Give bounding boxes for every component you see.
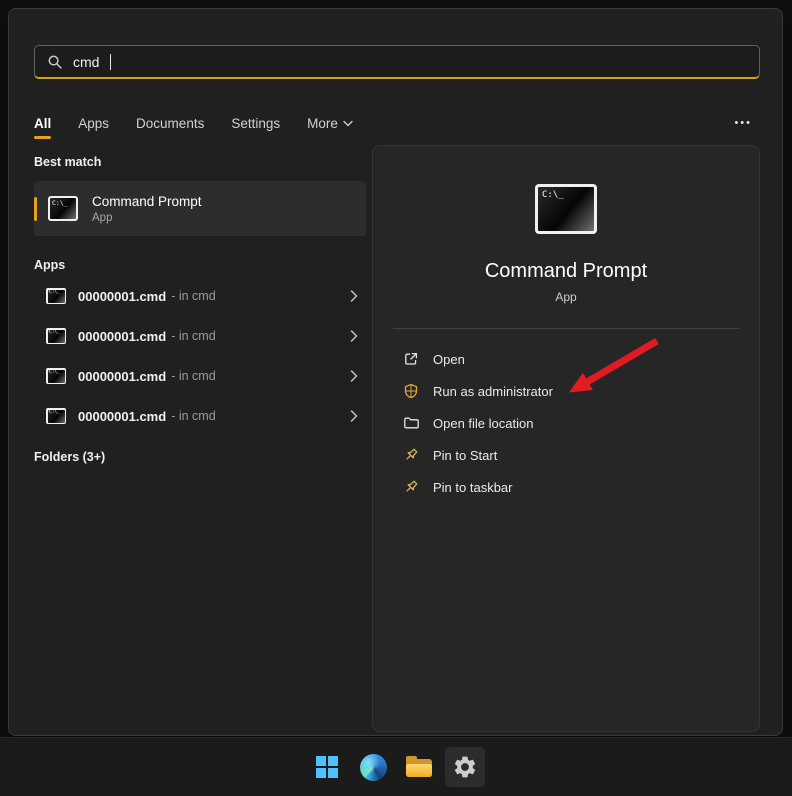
tab-all[interactable]: All [34, 115, 52, 139]
folder-icon [404, 417, 419, 429]
preview-app-type: App [555, 290, 577, 304]
action-open-label: Open [433, 351, 465, 367]
cmd-file-icon: C:\_ [46, 288, 66, 304]
result-context: - in cmd [171, 369, 216, 383]
action-open-file-location[interactable]: Open file location [403, 407, 759, 439]
search-result-item-4[interactable]: C:\_ 00000001.cmd - in cmd [34, 396, 366, 436]
action-pin-to-taskbar-label: Pin to taskbar [433, 479, 513, 495]
action-run-as-administrator[interactable]: Run as administrator [403, 375, 759, 407]
search-input[interactable]: cmd [34, 45, 760, 79]
taskbar-icons [307, 747, 485, 787]
edge-browser-button[interactable] [353, 747, 393, 787]
apps-header: Apps [34, 258, 66, 272]
result-context: - in cmd [171, 329, 216, 343]
open-icon [405, 352, 418, 365]
tab-apps[interactable]: Apps [78, 116, 109, 131]
action-pin-to-taskbar[interactable]: Pin to taskbar [403, 471, 759, 503]
cmd-file-icon: C:\_ [46, 328, 66, 344]
best-match-header: Best match [34, 155, 102, 169]
apps-result-list: C:\_ 00000001.cmd - in cmd C:\_ 00000001… [34, 276, 366, 436]
chevron-right-icon[interactable] [350, 410, 358, 422]
result-name: 00000001.cmd [78, 288, 167, 304]
text-caret [110, 53, 112, 70]
best-match-meta: Command Prompt App [92, 194, 202, 224]
tab-more[interactable]: More [307, 116, 353, 131]
gear-icon [454, 756, 476, 778]
search-result-item-2[interactable]: C:\_ 00000001.cmd - in cmd [34, 316, 366, 356]
tab-settings[interactable]: Settings [231, 116, 280, 131]
search-result-item-1[interactable]: C:\_ 00000001.cmd - in cmd [34, 276, 366, 316]
tab-all-label: All [34, 115, 52, 131]
action-pin-to-start[interactable]: Pin to Start [403, 439, 759, 471]
best-match-subtitle: App [92, 211, 113, 224]
chevron-right-icon[interactable] [350, 330, 358, 342]
start-button[interactable] [307, 747, 347, 787]
cmd-glyph: C:\_ [49, 410, 60, 415]
preview-pane: C:\_ Command Prompt App Open Run as admi… [372, 145, 760, 732]
cmd-file-icon: C:\_ [46, 408, 66, 424]
tab-apps-label: Apps [78, 115, 110, 131]
search-flyout: cmd All Apps Documents Settings More •••… [8, 8, 783, 736]
more-options-button[interactable]: ••• [730, 110, 756, 136]
best-match-item[interactable]: C:\_ Command Prompt App [34, 181, 366, 236]
result-name: 00000001.cmd [78, 328, 167, 344]
chevron-right-icon[interactable] [350, 370, 358, 382]
chevron-right-icon[interactable] [350, 290, 358, 302]
result-context: - in cmd [171, 409, 216, 423]
preview-app-name: Command Prompt [484, 260, 648, 282]
cmd-file-icon: C:\_ [46, 368, 66, 384]
search-query-text: cmd [73, 53, 100, 70]
action-run-as-administrator-label: Run as administrator [433, 383, 553, 399]
command-prompt-icon: C:\_ [48, 196, 78, 221]
action-list: Open Run as administrator Open file loca… [373, 343, 759, 503]
cmd-glyph: C:\_ [49, 370, 60, 375]
result-name: 00000001.cmd [78, 408, 167, 424]
action-open-file-location-label: Open file location [433, 415, 534, 431]
pin-icon [406, 480, 418, 492]
tab-settings-label: Settings [231, 115, 281, 131]
result-name: 00000001.cmd [78, 368, 167, 384]
cmd-glyph: C:\_ [49, 290, 60, 295]
search-result-item-3[interactable]: C:\_ 00000001.cmd - in cmd [34, 356, 366, 396]
tab-documents[interactable]: Documents [136, 116, 204, 131]
windows-search-screen: cmd All Apps Documents Settings More •••… [0, 0, 792, 796]
admin-shield-icon [404, 383, 418, 399]
chevron-down-icon [343, 120, 353, 126]
settings-button[interactable] [445, 747, 485, 787]
best-match-title: Command Prompt [92, 193, 202, 209]
result-context: - in cmd [171, 289, 216, 303]
tab-documents-label: Documents [136, 115, 205, 131]
windows-logo-icon [316, 756, 338, 778]
divider [393, 328, 739, 329]
action-open[interactable]: Open [403, 343, 759, 375]
taskbar [0, 737, 792, 796]
command-prompt-icon-large: C:\_ [535, 184, 597, 234]
results-column: Best match C:\_ Command Prompt App Apps [34, 155, 366, 468]
cmd-glyph: C:\_ [542, 190, 564, 200]
selection-indicator [34, 196, 37, 221]
file-explorer-icon [405, 755, 433, 779]
folders-header: Folders (3+) [34, 450, 106, 464]
cmd-glyph: C:\_ [49, 330, 60, 335]
file-explorer-button[interactable] [399, 747, 439, 787]
action-pin-to-start-label: Pin to Start [433, 447, 498, 463]
search-filter-tabs: All Apps Documents Settings More [34, 110, 353, 139]
pin-icon [406, 448, 418, 460]
search-icon [48, 55, 62, 69]
cmd-glyph: C:\_ [52, 199, 68, 207]
tab-more-label: More [307, 115, 338, 131]
edge-icon [359, 753, 387, 781]
